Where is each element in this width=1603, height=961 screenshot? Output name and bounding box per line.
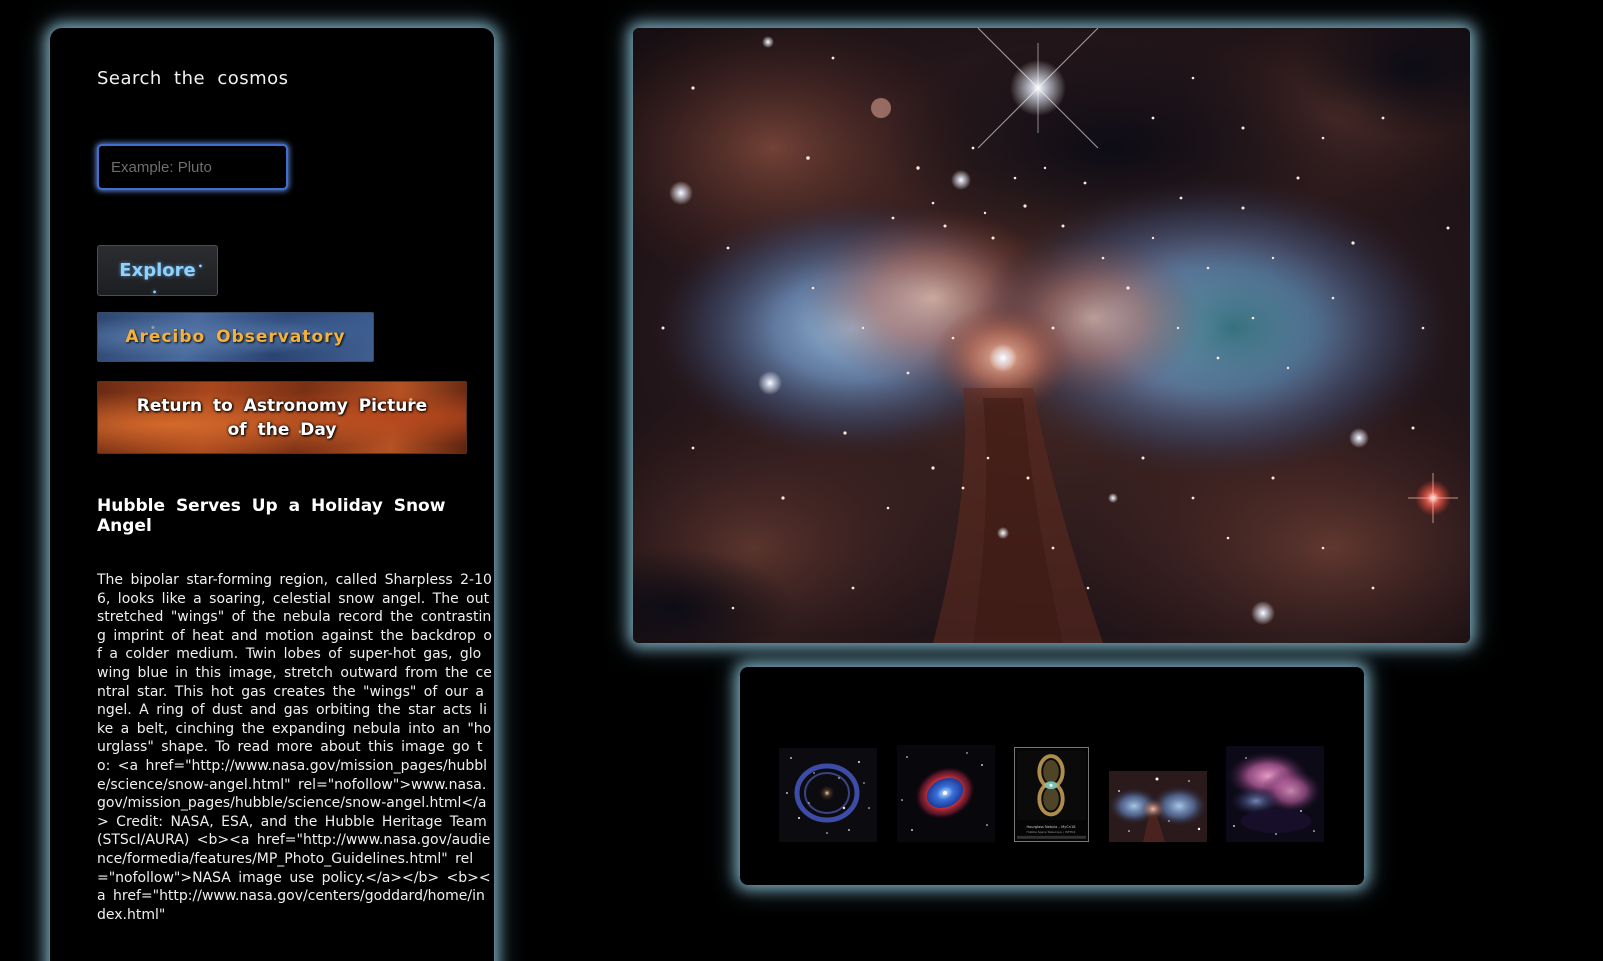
image-title: Hubble Serves Up a Holiday Snow Angel bbox=[97, 496, 446, 536]
thumbnail-pink-nebula[interactable] bbox=[1226, 746, 1324, 842]
thumbnail-snow-angel[interactable] bbox=[1109, 771, 1207, 842]
image-description: The bipolar star-forming region, called … bbox=[97, 572, 492, 923]
sparkle-icon: • bbox=[197, 262, 203, 271]
apod-label: Return to Astronomy Picture of the Day bbox=[136, 395, 428, 440]
explore-button[interactable]: Explore • • bbox=[97, 245, 218, 297]
thumbnail-ring-nebula[interactable] bbox=[779, 748, 877, 842]
planetary-nebula-icon bbox=[897, 745, 995, 842]
search-input[interactable] bbox=[97, 144, 288, 190]
snow-angel-icon bbox=[1109, 771, 1207, 842]
ring-nebula-icon bbox=[779, 748, 877, 842]
thumbnail-caption-line2: Hubble Space Telescope • WFPC2 bbox=[1027, 830, 1076, 834]
return-to-apod-button[interactable]: Return to Astronomy Picture of the Day bbox=[97, 381, 467, 454]
snow-angel-nebula-image bbox=[633, 28, 1470, 643]
arecibo-label: Arecibo Observatory bbox=[125, 327, 346, 347]
apod-image bbox=[633, 28, 1470, 643]
pink-nebula-icon bbox=[1226, 746, 1324, 842]
explore-label: Explore bbox=[119, 260, 196, 281]
thumbnail-caption-line1: Hourglass Nebula – MyCn18 bbox=[1027, 825, 1076, 829]
sparkle-icon: • bbox=[152, 288, 158, 297]
thumbnail-hourglass-nebula[interactable]: Hourglass Nebula – MyCn18 Hubble Space T… bbox=[1014, 747, 1089, 842]
thumbnail-strip: Hourglass Nebula – MyCn18 Hubble Space T… bbox=[740, 667, 1364, 885]
thumbnail-planetary-nebula[interactable] bbox=[897, 745, 995, 842]
hourglass-nebula-icon: Hourglass Nebula – MyCn18 Hubble Space T… bbox=[1015, 748, 1088, 841]
sidebar: Search the cosmos Explore • • Arecibo Ob… bbox=[50, 28, 494, 961]
arecibo-observatory-button[interactable]: Arecibo Observatory bbox=[97, 312, 374, 362]
search-title: Search the cosmos bbox=[97, 68, 289, 89]
page: Search the cosmos Explore • • Arecibo Ob… bbox=[0, 0, 1603, 961]
